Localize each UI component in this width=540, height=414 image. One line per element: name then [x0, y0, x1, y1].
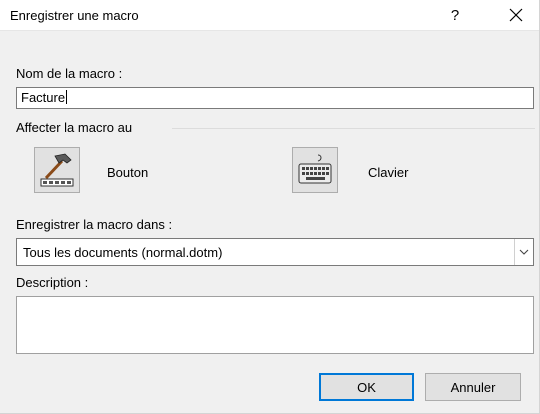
macro-name-label: Nom de la macro : — [16, 66, 122, 81]
cancel-button[interactable]: Annuler — [425, 373, 521, 401]
keyboard-icon — [298, 154, 332, 184]
macro-name-value: Facture — [21, 90, 66, 105]
help-button[interactable]: ? — [432, 0, 478, 30]
title-bar: Enregistrer une macro ? — [0, 0, 539, 31]
ok-button[interactable]: OK — [319, 373, 414, 401]
assign-group-label: Affecter la macro au — [16, 120, 133, 135]
store-in-label: Enregistrer la macro dans : — [16, 217, 172, 232]
close-icon — [509, 8, 523, 22]
macro-name-label-text: Nom de la macro : — [16, 66, 123, 81]
description-label: Description : — [16, 275, 88, 290]
dialog-title: Enregistrer une macro — [10, 8, 139, 23]
assign-keyboard-label-text: Clavier — [368, 165, 409, 180]
store-in-selected: Tous les documents (normal.dotm) — [23, 245, 223, 260]
close-button[interactable] — [493, 0, 539, 30]
hammer-toolbar-icon — [40, 153, 74, 187]
assign-keyboard-label: Clavier — [368, 165, 408, 180]
assign-to-button-button[interactable] — [34, 147, 80, 193]
store-in-label-text: Enregistrer la macro dans : — [16, 217, 173, 232]
description-field[interactable] — [16, 296, 534, 354]
group-divider — [172, 128, 535, 129]
text-caret — [66, 90, 68, 104]
assign-button-label-text: Bouton — [107, 165, 149, 180]
description-label-text: Description : — [16, 275, 89, 290]
assign-to-keyboard-button[interactable] — [292, 147, 338, 193]
chevron-down-icon — [519, 249, 529, 255]
assign-button-label: Bouton — [107, 165, 148, 180]
macro-name-input[interactable]: Facture — [16, 87, 534, 109]
store-in-dropdown[interactable]: Tous les documents (normal.dotm) — [16, 238, 534, 266]
dropdown-arrow-button[interactable] — [514, 239, 533, 265]
record-macro-dialog: Enregistrer une macro ? Nom de la macro … — [0, 0, 540, 414]
